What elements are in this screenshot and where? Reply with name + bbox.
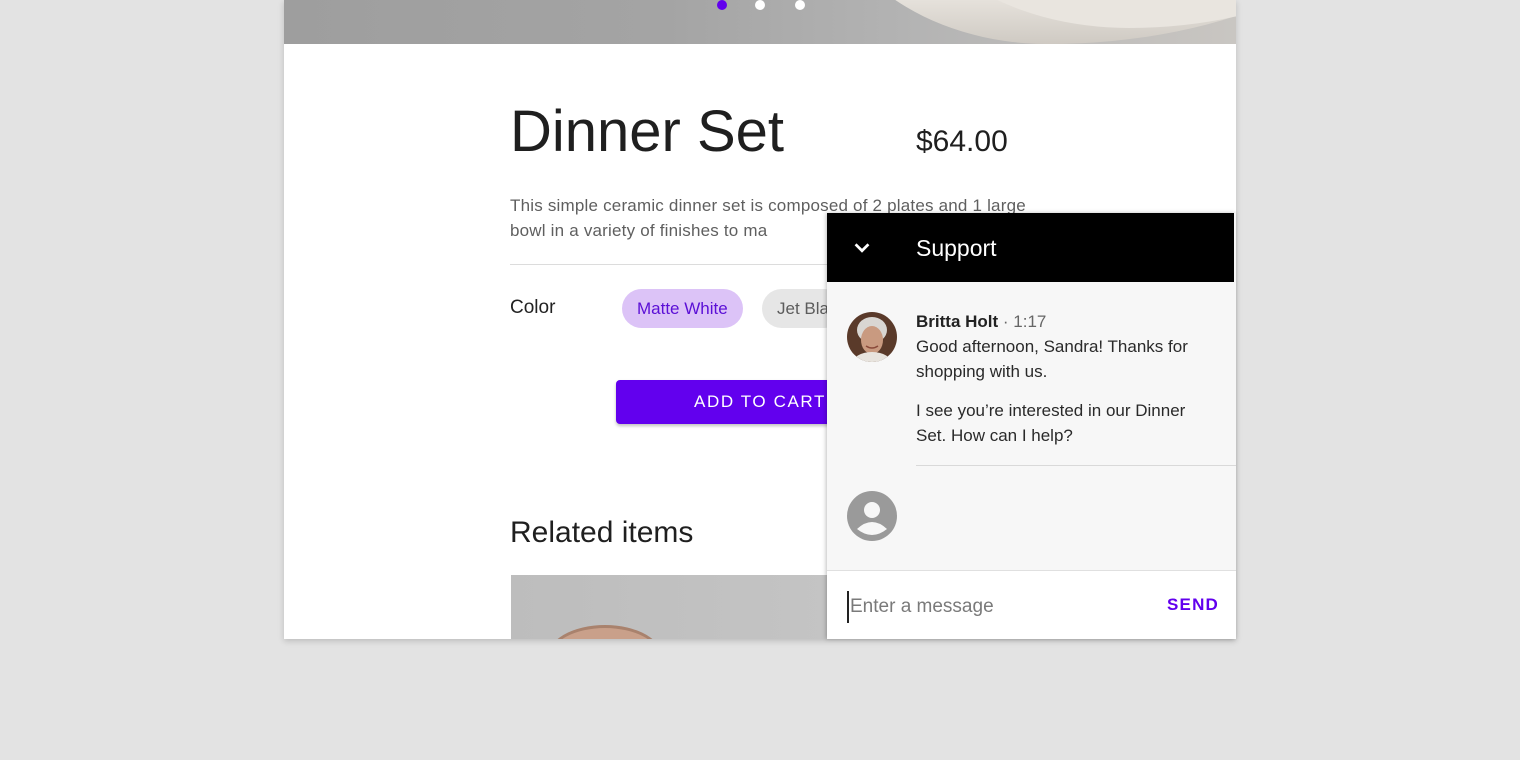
chevron-down-icon[interactable] [851, 237, 873, 259]
message-line-2: I see you’re interested in our Dinner Se… [916, 401, 1186, 445]
support-header[interactable]: Support [827, 213, 1234, 282]
message-input[interactable] [847, 591, 1142, 623]
support-chat-panel: Support Britta Holt · 1:17 Good afternoo… [827, 213, 1236, 639]
message-divider [916, 465, 1236, 466]
product-title: Dinner Set [510, 99, 785, 164]
separator: · [998, 312, 1014, 331]
message-line-1: Good afternoon, Sandra! Thanks for shopp… [916, 337, 1188, 381]
account-circle-icon [847, 491, 897, 541]
bowl-image [547, 625, 663, 639]
color-label: Color [510, 297, 556, 318]
message-time: 1:17 [1013, 312, 1047, 331]
color-chip-matte-white[interactable]: Matte White [622, 289, 743, 328]
carousel-dot-3[interactable] [795, 0, 805, 10]
related-item-image[interactable] [511, 575, 841, 639]
product-image-carousel[interactable] [284, 0, 1236, 44]
message-input-row: SEND [827, 570, 1236, 639]
message-header: Britta Holt · 1:17 [916, 312, 1046, 332]
sender-name: Britta Holt [916, 312, 999, 331]
product-price: $64.00 [916, 125, 1008, 158]
carousel-dot-2[interactable] [755, 0, 765, 10]
support-title: Support [916, 235, 997, 261]
carousel-dot-1[interactable] [717, 0, 727, 10]
send-button[interactable]: SEND [1167, 595, 1219, 615]
agent-avatar [847, 312, 897, 362]
related-items-heading: Related items [510, 516, 694, 549]
